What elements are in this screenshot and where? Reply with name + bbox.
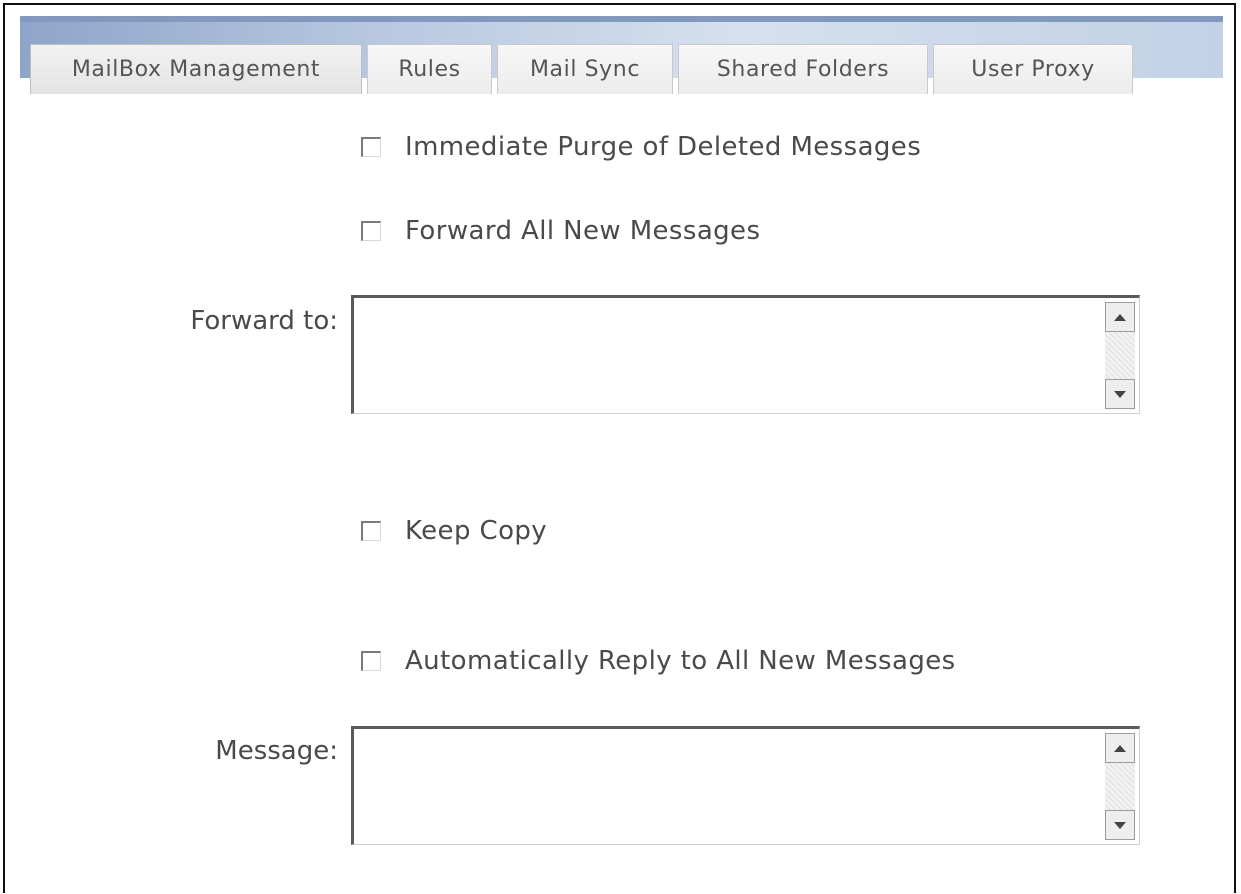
- tab-bar: MailBox Management Rules Mail Sync Share…: [20, 16, 1223, 94]
- scroll-down-button[interactable]: [1105, 379, 1135, 409]
- tab-label: Shared Folders: [716, 57, 890, 82]
- tab-bar-accent: [20, 16, 1223, 22]
- scroll-down-icon: [1114, 390, 1126, 398]
- forward-to-scrollbar[interactable]: [1105, 302, 1135, 409]
- message-field[interactable]: [351, 726, 1140, 845]
- scroll-up-icon: [1114, 313, 1126, 321]
- forward-to-field[interactable]: [351, 295, 1140, 414]
- tab-user-proxy[interactable]: User Proxy: [933, 44, 1133, 94]
- tab-mailbox-management[interactable]: MailBox Management: [30, 44, 362, 94]
- scroll-up-button[interactable]: [1105, 302, 1135, 332]
- immediate-purge-checkbox[interactable]: [361, 137, 381, 157]
- immediate-purge-label: Immediate Purge of Deleted Messages: [405, 132, 922, 162]
- immediate-purge-option[interactable]: Immediate Purge of Deleted Messages: [361, 132, 921, 162]
- auto-reply-checkbox[interactable]: [361, 651, 381, 671]
- forward-all-option[interactable]: Forward All New Messages: [361, 216, 760, 246]
- scroll-up-icon: [1114, 744, 1126, 752]
- forward-to-label: Forward to:: [190, 306, 338, 336]
- tab-rules[interactable]: Rules: [367, 44, 492, 94]
- tab-label: User Proxy: [971, 57, 1095, 82]
- keep-copy-option[interactable]: Keep Copy: [361, 516, 547, 546]
- tab-label: Rules: [398, 57, 461, 82]
- message-label: Message:: [215, 736, 338, 766]
- tab-mail-sync[interactable]: Mail Sync: [497, 44, 673, 94]
- message-scrollbar[interactable]: [1105, 733, 1135, 840]
- auto-reply-option[interactable]: Automatically Reply to All New Messages: [361, 646, 956, 676]
- scroll-up-button[interactable]: [1105, 733, 1135, 763]
- scroll-down-button[interactable]: [1105, 810, 1135, 840]
- tab-label: MailBox Management: [71, 57, 321, 82]
- tab-label: Mail Sync: [529, 57, 641, 82]
- forward-all-checkbox[interactable]: [361, 221, 381, 241]
- tab-shared-folders[interactable]: Shared Folders: [678, 44, 928, 94]
- scroll-down-icon: [1114, 821, 1126, 829]
- keep-copy-label: Keep Copy: [405, 516, 548, 546]
- auto-reply-label: Automatically Reply to All New Messages: [405, 646, 956, 676]
- keep-copy-checkbox[interactable]: [361, 521, 381, 541]
- forward-all-label: Forward All New Messages: [405, 216, 761, 246]
